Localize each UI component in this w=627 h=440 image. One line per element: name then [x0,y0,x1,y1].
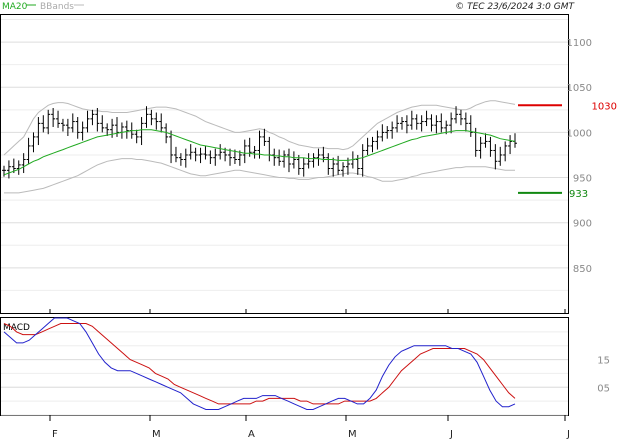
price-tick-label: 900 [573,219,592,230]
price-tick-label: 1100 [567,38,592,49]
support-resistance: 1030 933 [518,101,617,200]
price-y-axis: 850 900 950 1000 1050 1100 [567,38,592,275]
legend: MA20 BBands [2,2,84,12]
price-tick-label: 1050 [567,83,592,94]
month-label: F [52,429,58,440]
price-tick-label: 850 [573,264,592,275]
legend-bbands: BBands [40,2,74,12]
macd-tick-label: 15 [597,356,610,367]
resistance-label: 1030 [592,101,617,112]
price-tick-label: 1000 [567,128,592,139]
month-label: A [248,429,255,440]
macd-y-axis: 05 15 [597,356,610,395]
copyright-label: © TEC 23/6/2024 3:0 GMT [455,2,575,12]
price-bars [2,106,517,179]
month-axis: FMAMJJ [49,309,570,440]
stock-chart: MA20 BBands © TEC 23/6/2024 3:0 GMT 850 9… [0,2,617,440]
month-label: J [566,429,570,440]
price-tick-label: 950 [573,174,592,185]
bband-lower-line [4,158,515,194]
macd-grid [1,331,568,416]
legend-ma20: MA20 [2,2,28,12]
month-label: M [348,429,357,440]
month-label: J [449,429,453,440]
month-label: M [152,429,161,440]
macd-signal-line [3,323,516,405]
support-label: 933 [569,189,588,200]
macd-tick-label: 05 [597,383,610,394]
